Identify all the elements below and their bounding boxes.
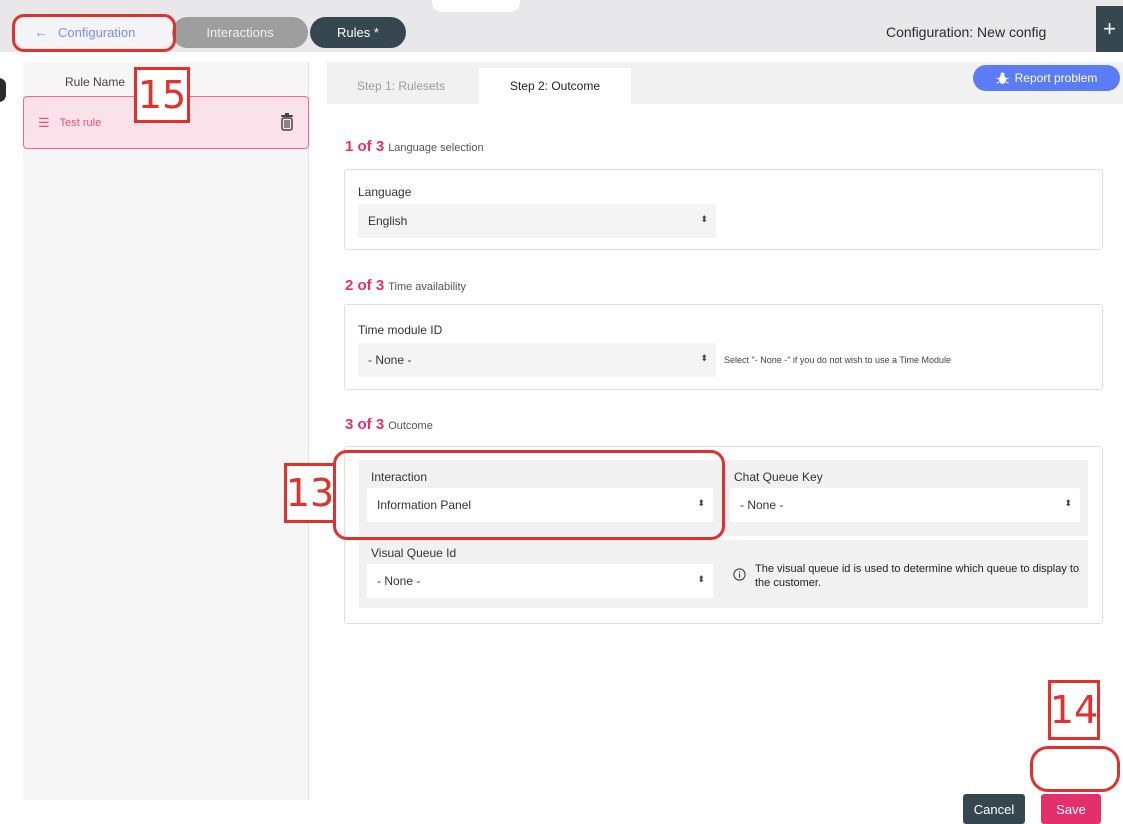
tab-step-1-rulesets[interactable]: Step 1: Rulesets xyxy=(335,68,467,104)
bug-icon xyxy=(995,72,1009,84)
section-2-subtitle: Time availability xyxy=(388,281,467,293)
panel-toggle-handle[interactable] xyxy=(0,78,6,102)
time-module-label: Time module ID xyxy=(358,323,443,337)
step-2-label: Step 2: Outcome xyxy=(509,79,601,93)
annotation-box-13 xyxy=(333,450,725,540)
section-2-count: 2 of 3 xyxy=(345,277,385,294)
section-1-subtitle: Language selection xyxy=(388,142,484,154)
language-value: English xyxy=(368,214,408,228)
section-1-title: 1 of 3 Language selection xyxy=(345,138,484,155)
chat-queue-key-select[interactable]: - None - ⬍ xyxy=(730,488,1080,522)
caret-updown-icon: ⬍ xyxy=(697,574,705,584)
report-problem-label: Report problem xyxy=(1014,71,1098,85)
caret-updown-icon: ⬍ xyxy=(700,353,708,363)
tab-step-2-outcome[interactable]: Step 2: Outcome xyxy=(479,68,631,104)
tab-rules-label: Rules * xyxy=(337,25,379,40)
rule-name: Test rule xyxy=(59,116,102,129)
section-1-count: 1 of 3 xyxy=(345,138,385,155)
caret-updown-icon: ⬍ xyxy=(1064,498,1072,508)
section-3-subtitle: Outcome xyxy=(388,420,433,432)
info-icon xyxy=(733,568,746,581)
tab-rules[interactable]: Rules * xyxy=(310,17,406,48)
annotation-label-14: 14 xyxy=(1048,680,1100,740)
visual-queue-row: Visual Queue Id - None - ⬍ The visual qu… xyxy=(359,540,1088,608)
language-card: Language English ⬍ xyxy=(344,169,1103,250)
save-button[interactable]: Save xyxy=(1041,794,1101,824)
annotation-label-15: 15 xyxy=(134,67,190,123)
cancel-label: Cancel xyxy=(973,801,1015,817)
annotation-box-14 xyxy=(1030,746,1120,792)
rules-sidebar: Rule Name ☰ Test rule xyxy=(23,62,309,800)
language-label: Language xyxy=(358,185,412,199)
step-1-label: Step 1: Rulesets xyxy=(356,79,446,93)
chat-queue-key-label: Chat Queue Key xyxy=(734,470,823,484)
section-3-count: 3 of 3 xyxy=(345,416,385,433)
visual-queue-info-text: The visual queue id is used to determine… xyxy=(755,563,1080,589)
annotation-label-13: 13 xyxy=(284,463,336,523)
time-module-select[interactable]: - None - ⬍ xyxy=(358,343,716,377)
time-availability-card: Time module ID - None - ⬍ Select "- None… xyxy=(344,304,1103,390)
section-2-title: 2 of 3 Time availability xyxy=(345,277,466,294)
time-module-hint: Select "- None -" if you do not wish to … xyxy=(724,355,951,365)
report-problem-button[interactable]: Report problem xyxy=(973,65,1120,91)
drag-handle-icon[interactable]: ☰ xyxy=(38,115,50,131)
language-select[interactable]: English ⬍ xyxy=(358,204,716,238)
configuration-title: Configuration: New config xyxy=(886,24,1047,40)
plus-icon: + xyxy=(1103,16,1116,41)
section-3-title: 3 of 3 Outcome xyxy=(345,416,433,433)
visual-queue-id-label: Visual Queue Id xyxy=(371,546,457,560)
time-module-value: - None - xyxy=(368,353,412,367)
caret-updown-icon: ⬍ xyxy=(700,214,708,224)
tab-interactions[interactable]: Interactions xyxy=(172,17,308,48)
add-button[interactable]: + xyxy=(1096,6,1123,52)
visual-queue-id-select[interactable]: - None - ⬍ xyxy=(367,564,713,598)
trash-icon[interactable] xyxy=(280,113,294,131)
tab-interactions-label: Interactions xyxy=(206,25,274,40)
chat-queue-key-value: - None - xyxy=(740,498,784,512)
visual-queue-id-value: - None - xyxy=(377,574,421,588)
annotation-box-15 xyxy=(12,14,176,52)
top-notch xyxy=(432,0,520,12)
cancel-button[interactable]: Cancel xyxy=(963,794,1025,824)
rule-name-header: Rule Name xyxy=(65,75,126,89)
main-panel: Step 1: Rulesets Step 2: Outcome Report … xyxy=(327,62,1123,824)
save-label: Save xyxy=(1056,801,1086,817)
